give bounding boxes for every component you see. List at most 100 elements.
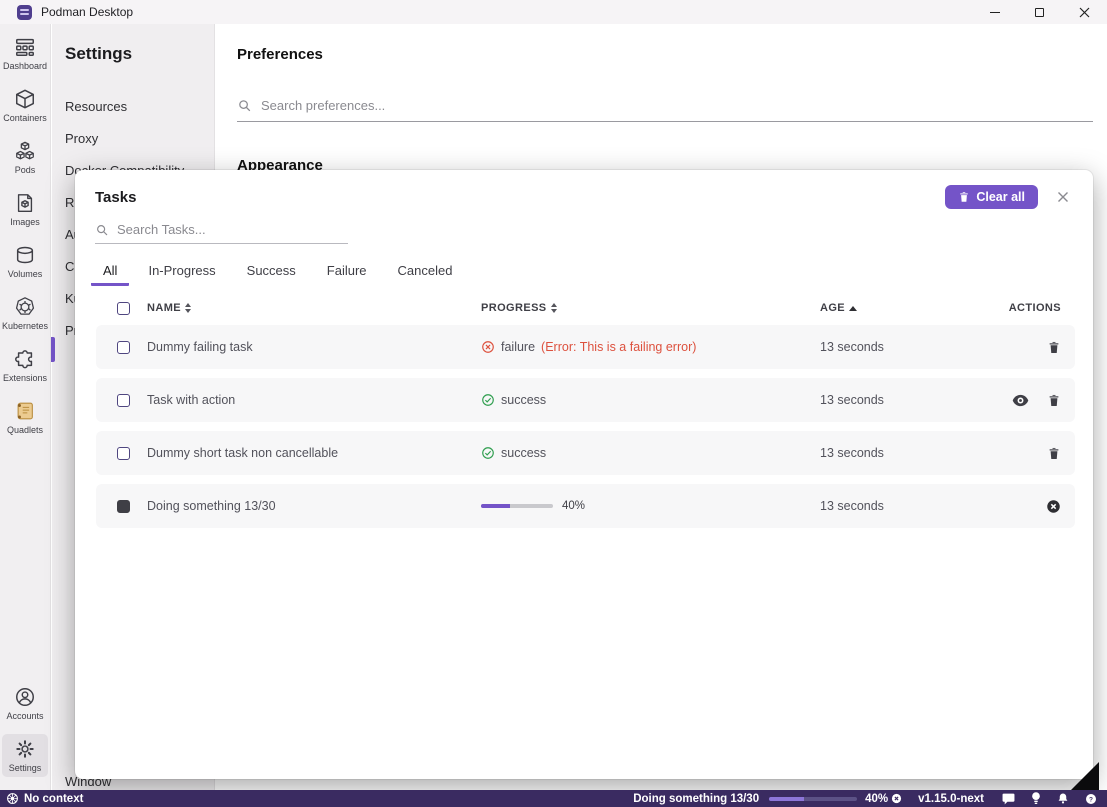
close-button[interactable] <box>1062 0 1107 24</box>
task-status: success <box>481 393 820 407</box>
tab-success[interactable]: Success <box>235 256 308 286</box>
kubernetes-icon <box>14 296 36 318</box>
eye-icon <box>1012 394 1029 407</box>
row-checkbox[interactable] <box>117 394 130 407</box>
task-error-detail: (Error: This is a failing error) <box>541 340 696 354</box>
tasks-dialog-title: Tasks <box>95 189 136 206</box>
column-header-age[interactable]: AGE <box>820 302 980 314</box>
tasks-dialog-header: Tasks Clear all <box>75 170 1093 209</box>
task-actions <box>980 446 1061 461</box>
statusbar-progress-bar <box>769 797 857 801</box>
close-icon <box>1057 191 1069 203</box>
images-icon <box>14 192 36 214</box>
clear-all-button[interactable]: Clear all <box>945 185 1038 209</box>
sort-ascending-icon <box>849 306 857 311</box>
trash-icon <box>1047 393 1061 408</box>
task-age: 13 seconds <box>820 393 980 407</box>
task-row-dummy-failing-task: Dummy failing task failure (Error: This … <box>96 325 1075 369</box>
app-version[interactable]: v1.15.0-next <box>918 793 984 805</box>
preferences-search[interactable] <box>237 98 1093 122</box>
view-task-button[interactable] <box>1012 394 1029 407</box>
settings-nav-item-proxy[interactable]: Proxy <box>52 122 214 154</box>
tasks-dialog: Tasks Clear all All In-Progress Success … <box>75 170 1093 779</box>
task-age: 13 seconds <box>820 499 980 513</box>
sidebar-item-settings[interactable]: Settings <box>2 734 48 777</box>
settings-nav-item-resources[interactable]: Resources <box>52 90 214 122</box>
task-row-doing-something: Doing something 13/30 40% 13 seconds <box>96 484 1075 528</box>
column-header-name[interactable]: NAME <box>147 302 481 314</box>
quadlets-icon <box>14 400 36 422</box>
cancel-task-button[interactable] <box>1046 499 1061 514</box>
tasks-table-body: Dummy failing task failure (Error: This … <box>96 325 1075 528</box>
tasks-search[interactable] <box>95 222 348 244</box>
minimize-button[interactable] <box>972 0 1017 24</box>
dashboard-icon <box>14 36 36 58</box>
kube-context-button[interactable]: No context <box>6 792 83 805</box>
success-icon <box>481 446 495 460</box>
row-checkbox[interactable] <box>117 447 130 460</box>
page-title: Preferences <box>216 24 1107 63</box>
statusbar-right: Doing something 13/30 40% v1.15.0-next ? <box>633 792 1097 805</box>
row-checkbox-checked[interactable] <box>117 500 130 513</box>
statusbar-task-label[interactable]: Doing something 13/30 <box>633 793 759 805</box>
task-name: Doing something 13/30 <box>147 499 481 513</box>
help-circle-icon: ? <box>1085 793 1097 805</box>
task-actions <box>980 393 1061 408</box>
settings-nav-title: Settings <box>52 24 214 64</box>
tab-in-progress[interactable]: In-Progress <box>136 256 227 286</box>
preferences-search-input[interactable] <box>261 98 1093 113</box>
dialog-progress-fill <box>481 504 510 508</box>
sidebar-item-kubernetes[interactable]: Kubernetes <box>2 292 48 335</box>
bell-icon <box>1057 792 1069 805</box>
trash-icon <box>1047 446 1061 461</box>
task-actions <box>980 499 1061 514</box>
column-header-progress[interactable]: PROGRESS <box>481 302 820 314</box>
sidebar-item-images[interactable]: Images <box>2 188 48 231</box>
statusbar: No context Doing something 13/30 40% v1.… <box>0 790 1107 807</box>
tips-button[interactable] <box>1031 792 1041 805</box>
notifications-button[interactable] <box>1057 792 1069 805</box>
containers-icon <box>14 88 36 110</box>
help-button[interactable]: ? <box>1085 793 1097 805</box>
cancel-circle-icon <box>891 793 902 804</box>
sidebar-item-extensions[interactable]: Extensions <box>2 344 48 387</box>
tasks-table-header: NAME PROGRESS AGE ACTIONS <box>96 296 1075 320</box>
task-name: Dummy short task non cancellable <box>147 446 481 460</box>
tab-canceled[interactable]: Canceled <box>386 256 465 286</box>
select-all-checkbox[interactable] <box>117 302 130 315</box>
accounts-icon <box>14 686 36 708</box>
maximize-button[interactable] <box>1017 0 1062 24</box>
tasks-filter-tabs: All In-Progress Success Failure Canceled <box>91 256 1093 286</box>
maximize-icon <box>1035 8 1044 17</box>
delete-task-button[interactable] <box>1047 340 1061 355</box>
task-name: Task with action <box>147 393 481 407</box>
sidebar-item-dashboard[interactable]: Dashboard <box>2 32 48 75</box>
podman-logo-icon <box>17 5 32 20</box>
svg-text:?: ? <box>1089 796 1093 803</box>
titlebar: Podman Desktop <box>0 0 1107 24</box>
kubernetes-context-icon <box>6 792 19 805</box>
sidebar-item-containers[interactable]: Containers <box>2 84 48 127</box>
tab-failure[interactable]: Failure <box>315 256 379 286</box>
failure-icon <box>481 340 495 354</box>
sidebar-item-pods[interactable]: Pods <box>2 136 48 179</box>
statusbar-cancel-task-button[interactable] <box>891 793 902 804</box>
sort-icon <box>185 303 191 313</box>
sidebar-item-accounts[interactable]: Accounts <box>2 682 48 725</box>
tab-all[interactable]: All <box>91 256 129 286</box>
row-checkbox[interactable] <box>117 341 130 354</box>
sidebar-item-quadlets[interactable]: Quadlets <box>2 396 48 439</box>
delete-task-button[interactable] <box>1047 446 1061 461</box>
task-progress: 40% <box>481 500 820 512</box>
task-status: success <box>481 446 820 460</box>
delete-task-button[interactable] <box>1047 393 1061 408</box>
task-row-dummy-short-task: Dummy short task non cancellable success… <box>96 431 1075 475</box>
dialog-close-button[interactable] <box>1057 191 1069 203</box>
sidebar-item-volumes[interactable]: Volumes <box>2 240 48 283</box>
feedback-button[interactable] <box>1002 793 1015 805</box>
tasks-search-input[interactable] <box>117 222 348 237</box>
task-row-task-with-action: Task with action success 13 seconds <box>96 378 1075 422</box>
cancel-circle-icon <box>1046 499 1061 514</box>
task-name: Dummy failing task <box>147 340 481 354</box>
trash-icon <box>958 191 970 203</box>
